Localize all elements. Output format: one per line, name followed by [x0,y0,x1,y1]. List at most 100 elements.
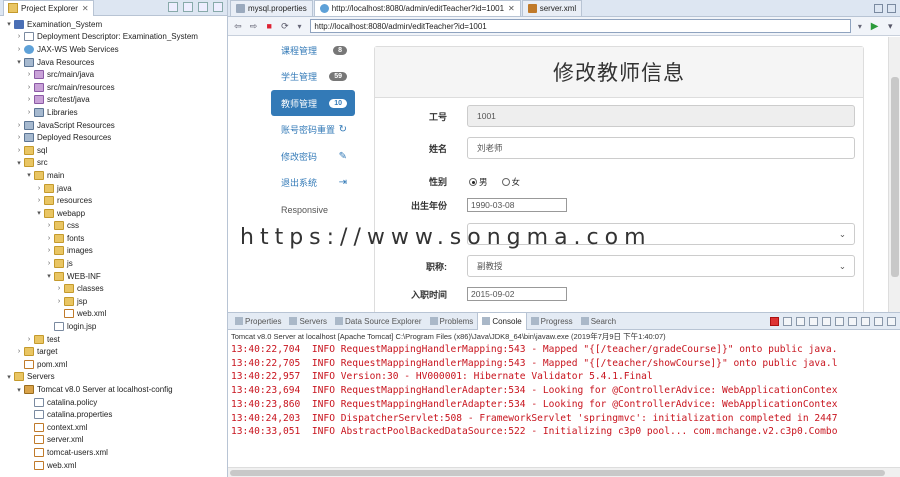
tree-item[interactable]: › src/main/resources [0,81,227,94]
tree-item[interactable]: ▾ Java Resources [0,56,227,69]
editor-tab[interactable]: http://localhost:8080/admin/editTeacher?… [313,0,521,16]
tree-item[interactable]: › Deployment Descriptor: Examination_Syst… [0,31,227,44]
collapse-all-icon[interactable] [168,2,178,12]
view-menu-icon[interactable] [198,2,208,12]
tree-item[interactable]: › target [0,345,227,358]
chevron-right-icon[interactable]: › [14,145,24,155]
pin-console-icon[interactable] [835,316,844,326]
tree-item[interactable]: web.xml [0,459,227,472]
tree-item[interactable]: login.jsp [0,320,227,333]
console-tab[interactable]: Console [477,312,527,330]
close-icon[interactable]: ✕ [508,4,515,13]
menu-icon[interactable]: ▾ [884,20,896,32]
maximize-icon[interactable] [887,4,896,13]
sidebar-item-logout[interactable]: 退出系统 ⇥ [271,170,355,196]
maximize-icon[interactable] [887,316,896,326]
stop-icon[interactable]: ■ [263,20,275,32]
terminate-icon[interactable] [770,316,779,326]
tree-item[interactable]: › src/main/java [0,68,227,81]
birth-date-field[interactable]: 1990-03-08 [467,198,567,212]
dropdown-arrow-icon[interactable]: ▾ [295,22,305,31]
editor-tab[interactable]: mysql.properties [230,0,313,16]
chevron-right-icon[interactable]: › [24,95,34,105]
chevron-right-icon[interactable]: › [14,32,24,42]
tree-item[interactable]: › js [0,257,227,270]
back-icon[interactable]: ⇦ [232,20,244,32]
chevron-right-icon[interactable]: › [44,233,54,243]
gender-female-option[interactable]: 女 [501,176,520,188]
chevron-down-icon[interactable]: ▾ [44,271,54,281]
open-console-icon[interactable] [861,316,870,326]
chevron-down-icon[interactable]: ▾ [24,170,34,180]
scrollbar-thumb[interactable] [230,470,885,476]
tree-item[interactable]: catalina.properties [0,408,227,421]
gender-male-option[interactable]: 男 [469,176,488,188]
console-tab[interactable]: Problems [426,313,478,330]
chevron-right-icon[interactable]: › [44,259,54,269]
console-tab[interactable]: Progress [527,313,577,330]
tree-item[interactable]: ▾ src [0,157,227,170]
tab-project-explorer[interactable]: Project Explorer ✕ [3,0,94,16]
tree-item[interactable]: ▾ WEB-INF [0,270,227,283]
editor-tab[interactable]: server.xml [521,0,583,16]
tree-item[interactable]: › fonts [0,232,227,245]
refresh-icon[interactable]: ⟳ [279,20,291,32]
tree-item[interactable]: web.xml [0,308,227,321]
chevron-right-icon[interactable]: › [24,334,34,344]
chevron-right-icon[interactable]: › [24,107,34,117]
radio-male[interactable] [469,178,477,187]
sidebar-item-reset-password[interactable]: 账号密码重置 ↻ [271,117,355,143]
chevron-right-icon[interactable]: › [24,70,34,80]
forward-icon[interactable]: ⇨ [248,20,260,32]
chevron-right-icon[interactable]: › [34,196,44,206]
chevron-right-icon[interactable]: › [54,284,64,294]
sidebar-item[interactable]: 课程管理 8 [271,37,355,63]
tree-item[interactable]: › Libraries [0,106,227,119]
sidebar-item[interactable]: 教师管理 10 [271,90,355,117]
entry-date-field[interactable]: 2015-09-02 [467,287,567,301]
chevron-right-icon[interactable]: › [14,120,24,130]
remove-launch-icon[interactable] [783,316,792,326]
word-wrap-icon[interactable] [822,316,831,326]
minimize-icon[interactable] [874,316,883,326]
tree-item[interactable]: › JavaScript Resources [0,119,227,132]
tree-item[interactable]: › test [0,333,227,346]
tree-item[interactable]: ▾ Tomcat v8.0 Server at localhost-config [0,383,227,396]
scroll-lock-icon[interactable] [809,316,818,326]
tree-item[interactable]: context.xml [0,421,227,434]
scrollbar-thumb[interactable] [891,77,899,277]
chevron-right-icon[interactable]: › [14,44,24,54]
tree-item[interactable]: › resources [0,194,227,207]
sidebar-item[interactable]: 学生管理 59 [271,64,355,90]
chevron-right-icon[interactable]: › [54,296,64,306]
tree-item[interactable]: › java [0,182,227,195]
tree-item[interactable]: › Deployed Resources [0,131,227,144]
chevron-down-icon[interactable]: ▾ [34,208,44,218]
url-history-icon[interactable]: ▾ [855,22,865,31]
console-tab[interactable]: Properties [231,313,285,330]
chevron-right-icon[interactable]: › [14,347,24,357]
tree-item[interactable]: › images [0,245,227,258]
tree-item[interactable]: › css [0,220,227,233]
chevron-down-icon[interactable]: ▾ [14,158,24,168]
radio-female[interactable] [501,178,510,187]
minimize-icon[interactable] [213,2,223,12]
tree-item[interactable]: catalina.policy [0,396,227,409]
tree-item[interactable]: › JAX-WS Web Services [0,43,227,56]
console-tab[interactable]: Servers [285,313,331,330]
console-hscrollbar[interactable] [228,467,900,477]
url-input[interactable]: http://localhost:8080/admin/editTeacher?… [310,19,851,33]
close-icon[interactable]: ✕ [82,4,89,13]
chevron-down-icon[interactable]: ▾ [4,19,14,29]
chevron-right-icon[interactable]: › [24,82,34,92]
tree-item[interactable]: › sql [0,144,227,157]
title-select[interactable]: 副教授 ⌄ [467,255,855,277]
chevron-right-icon[interactable]: › [44,246,54,256]
console-tab[interactable]: Search [577,313,620,330]
minimize-icon[interactable] [874,4,883,13]
display-console-icon[interactable] [848,316,857,326]
name-field[interactable]: 刘老师 [467,137,855,159]
chevron-right-icon[interactable]: › [14,133,24,143]
tree-item[interactable]: › src/test/java [0,94,227,107]
console-tab[interactable]: Data Source Explorer [331,313,425,330]
